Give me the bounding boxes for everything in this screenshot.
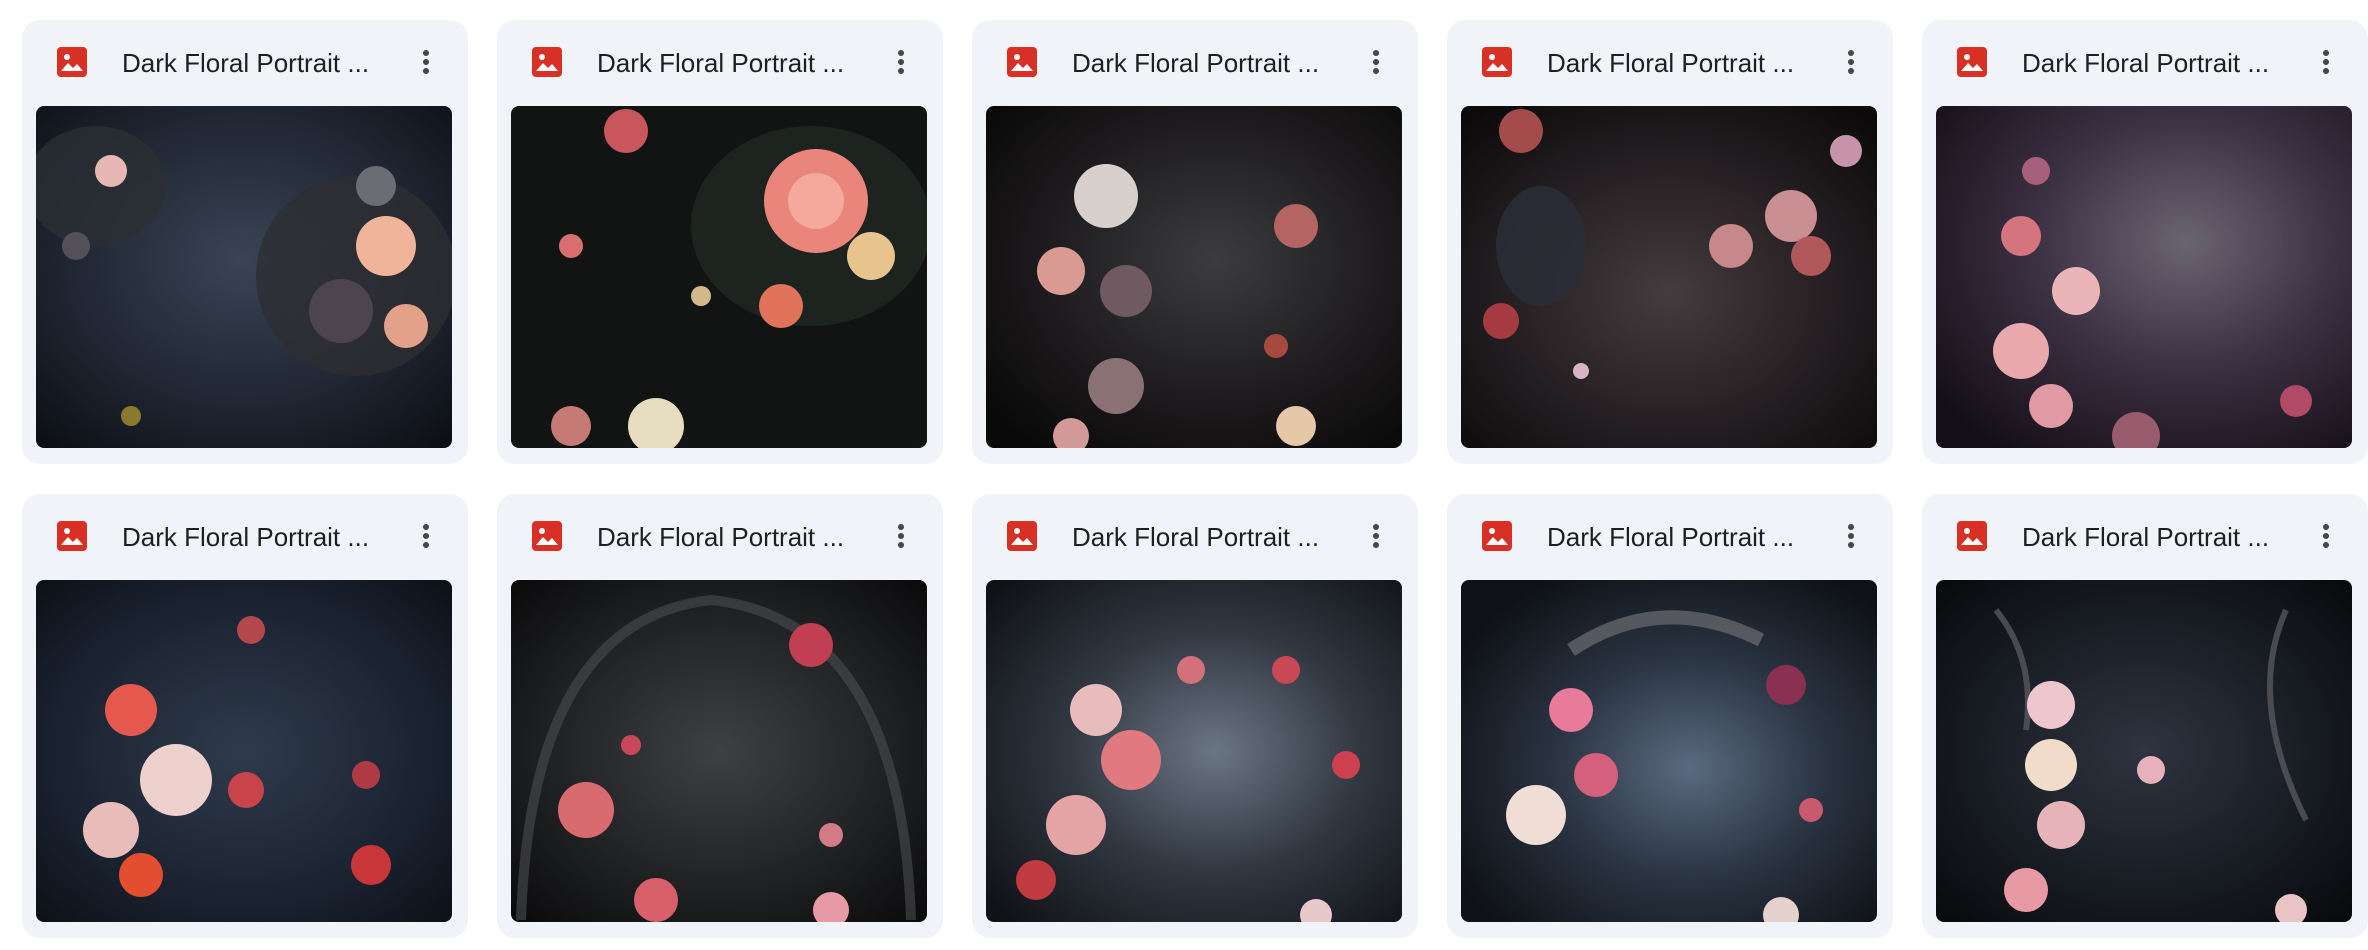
file-title[interactable]: Dark Floral Portrait ... xyxy=(597,46,867,80)
file-tile-header: Dark Floral Portrait ... xyxy=(972,494,1418,580)
file-title[interactable]: Dark Floral Portrait ... xyxy=(1072,520,1342,554)
file-tile[interactable]: Dark Floral Portrait ... xyxy=(1447,494,1893,938)
more-options-button[interactable] xyxy=(881,42,921,82)
file-title[interactable]: Dark Floral Portrait ... xyxy=(1072,46,1342,80)
image-file-icon xyxy=(1482,521,1512,551)
file-tile[interactable]: Dark Floral Portrait ... xyxy=(972,494,1418,938)
more-options-button[interactable] xyxy=(1356,42,1396,82)
more-vert-icon xyxy=(2323,524,2329,548)
file-title[interactable]: Dark Floral Portrait ... xyxy=(122,520,392,554)
file-title[interactable]: Dark Floral Portrait ... xyxy=(2022,46,2292,80)
file-tile[interactable]: Dark Floral Portrait ... xyxy=(22,494,468,938)
image-file-icon xyxy=(1482,47,1512,77)
file-tile-header: Dark Floral Portrait ... xyxy=(1922,20,2368,106)
file-title[interactable]: Dark Floral Portrait ... xyxy=(122,46,392,80)
image-thumbnail[interactable] xyxy=(1461,106,1877,448)
file-tile[interactable]: Dark Floral Portrait ... xyxy=(497,20,943,464)
file-tile[interactable]: Dark Floral Portrait ... xyxy=(972,20,1418,464)
file-tile-header: Dark Floral Portrait ... xyxy=(1447,494,1893,580)
image-file-icon xyxy=(57,47,87,77)
image-file-icon xyxy=(57,521,87,551)
image-thumbnail[interactable] xyxy=(36,580,452,922)
more-options-button[interactable] xyxy=(1356,516,1396,556)
image-thumbnail[interactable] xyxy=(986,580,1402,922)
more-vert-icon xyxy=(1373,50,1379,74)
file-tile-header: Dark Floral Portrait ... xyxy=(1922,494,2368,580)
file-title[interactable]: Dark Floral Portrait ... xyxy=(1547,520,1817,554)
image-thumbnail[interactable] xyxy=(1936,106,2352,448)
more-vert-icon xyxy=(898,524,904,548)
file-tile[interactable]: Dark Floral Portrait ... xyxy=(1922,20,2368,464)
image-thumbnail[interactable] xyxy=(1936,580,2352,922)
file-grid: Dark Floral Portrait ... Dark Floral Por… xyxy=(22,20,2368,938)
file-tile[interactable]: Dark Floral Portrait ... xyxy=(1447,20,1893,464)
image-thumbnail[interactable] xyxy=(1461,580,1877,922)
file-tile[interactable]: Dark Floral Portrait ... xyxy=(497,494,943,938)
file-tile-header: Dark Floral Portrait ... xyxy=(972,20,1418,106)
more-vert-icon xyxy=(1848,50,1854,74)
more-vert-icon xyxy=(2323,50,2329,74)
more-vert-icon xyxy=(1373,524,1379,548)
more-options-button[interactable] xyxy=(2306,42,2346,82)
file-tile-header: Dark Floral Portrait ... xyxy=(497,494,943,580)
more-vert-icon xyxy=(1848,524,1854,548)
image-file-icon xyxy=(1007,521,1037,551)
image-file-icon xyxy=(532,521,562,551)
more-vert-icon xyxy=(898,50,904,74)
more-options-button[interactable] xyxy=(881,516,921,556)
file-tile-header: Dark Floral Portrait ... xyxy=(22,494,468,580)
file-title[interactable]: Dark Floral Portrait ... xyxy=(1547,46,1817,80)
file-tile-header: Dark Floral Portrait ... xyxy=(22,20,468,106)
more-options-button[interactable] xyxy=(2306,516,2346,556)
image-thumbnail[interactable] xyxy=(511,580,927,922)
file-tile[interactable]: Dark Floral Portrait ... xyxy=(22,20,468,464)
image-thumbnail[interactable] xyxy=(511,106,927,448)
more-vert-icon xyxy=(423,524,429,548)
more-options-button[interactable] xyxy=(1831,516,1871,556)
image-thumbnail[interactable] xyxy=(986,106,1402,448)
image-file-icon xyxy=(1957,521,1987,551)
file-tile-header: Dark Floral Portrait ... xyxy=(1447,20,1893,106)
image-thumbnail[interactable] xyxy=(36,106,452,448)
file-tile[interactable]: Dark Floral Portrait ... xyxy=(1922,494,2368,938)
image-file-icon xyxy=(1007,47,1037,77)
more-options-button[interactable] xyxy=(406,42,446,82)
more-options-button[interactable] xyxy=(406,516,446,556)
file-title[interactable]: Dark Floral Portrait ... xyxy=(2022,520,2292,554)
more-options-button[interactable] xyxy=(1831,42,1871,82)
file-title[interactable]: Dark Floral Portrait ... xyxy=(597,520,867,554)
image-file-icon xyxy=(1957,47,1987,77)
more-vert-icon xyxy=(423,50,429,74)
file-tile-header: Dark Floral Portrait ... xyxy=(497,20,943,106)
image-file-icon xyxy=(532,47,562,77)
